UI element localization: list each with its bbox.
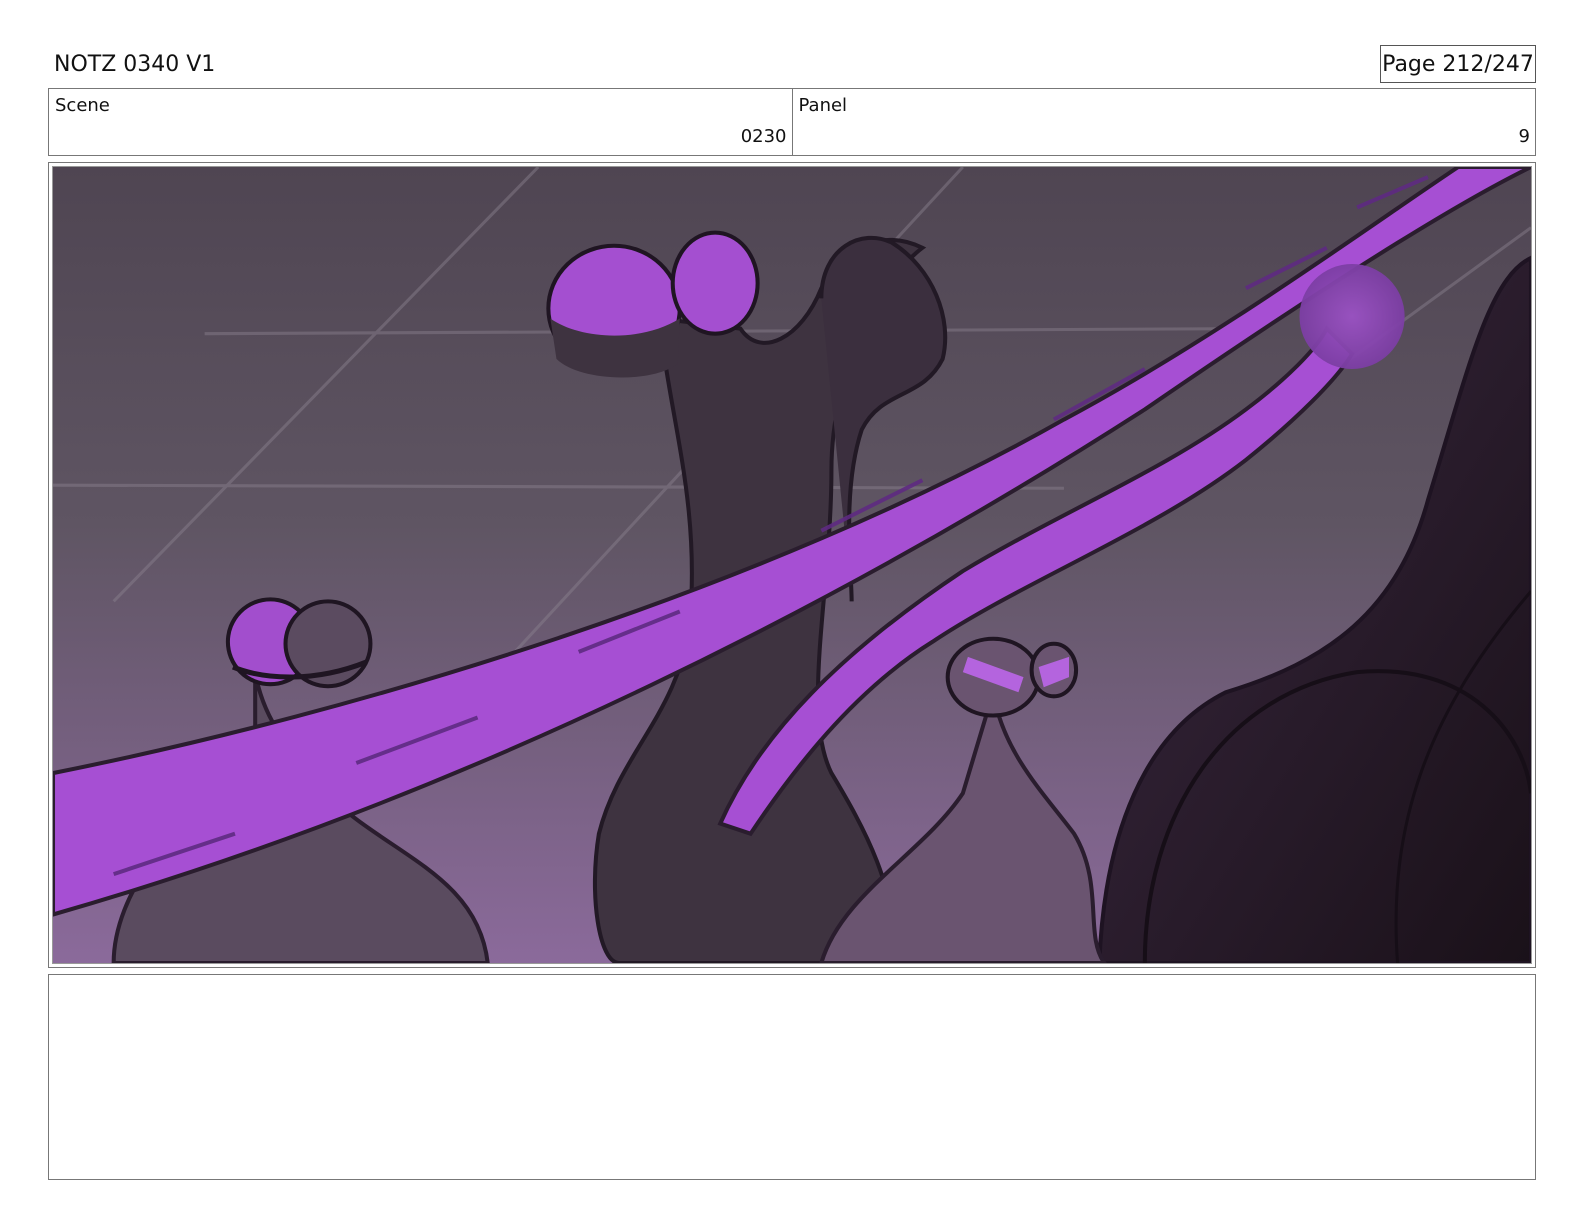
panel-number: 9 — [1518, 126, 1530, 147]
scene-panel-info-row: Scene 0230 Panel 9 — [48, 88, 1536, 156]
storyboard-frame — [48, 162, 1536, 968]
panel-cell: Panel 9 — [791, 89, 1536, 155]
scene-cell: Scene 0230 — [49, 89, 792, 155]
scene-label: Scene — [55, 95, 110, 116]
document-title: NOTZ 0340 V1 — [54, 52, 216, 77]
notes-box — [48, 974, 1536, 1180]
storyboard-sketch — [53, 167, 1531, 963]
glowing-orb — [1299, 263, 1405, 370]
panel-label: Panel — [798, 95, 848, 116]
scene-number: 0230 — [740, 126, 787, 147]
storyboard-image-area — [52, 166, 1532, 964]
page-number-box: Page 212/247 — [1380, 45, 1536, 83]
center-creature-eye-right — [670, 230, 760, 336]
